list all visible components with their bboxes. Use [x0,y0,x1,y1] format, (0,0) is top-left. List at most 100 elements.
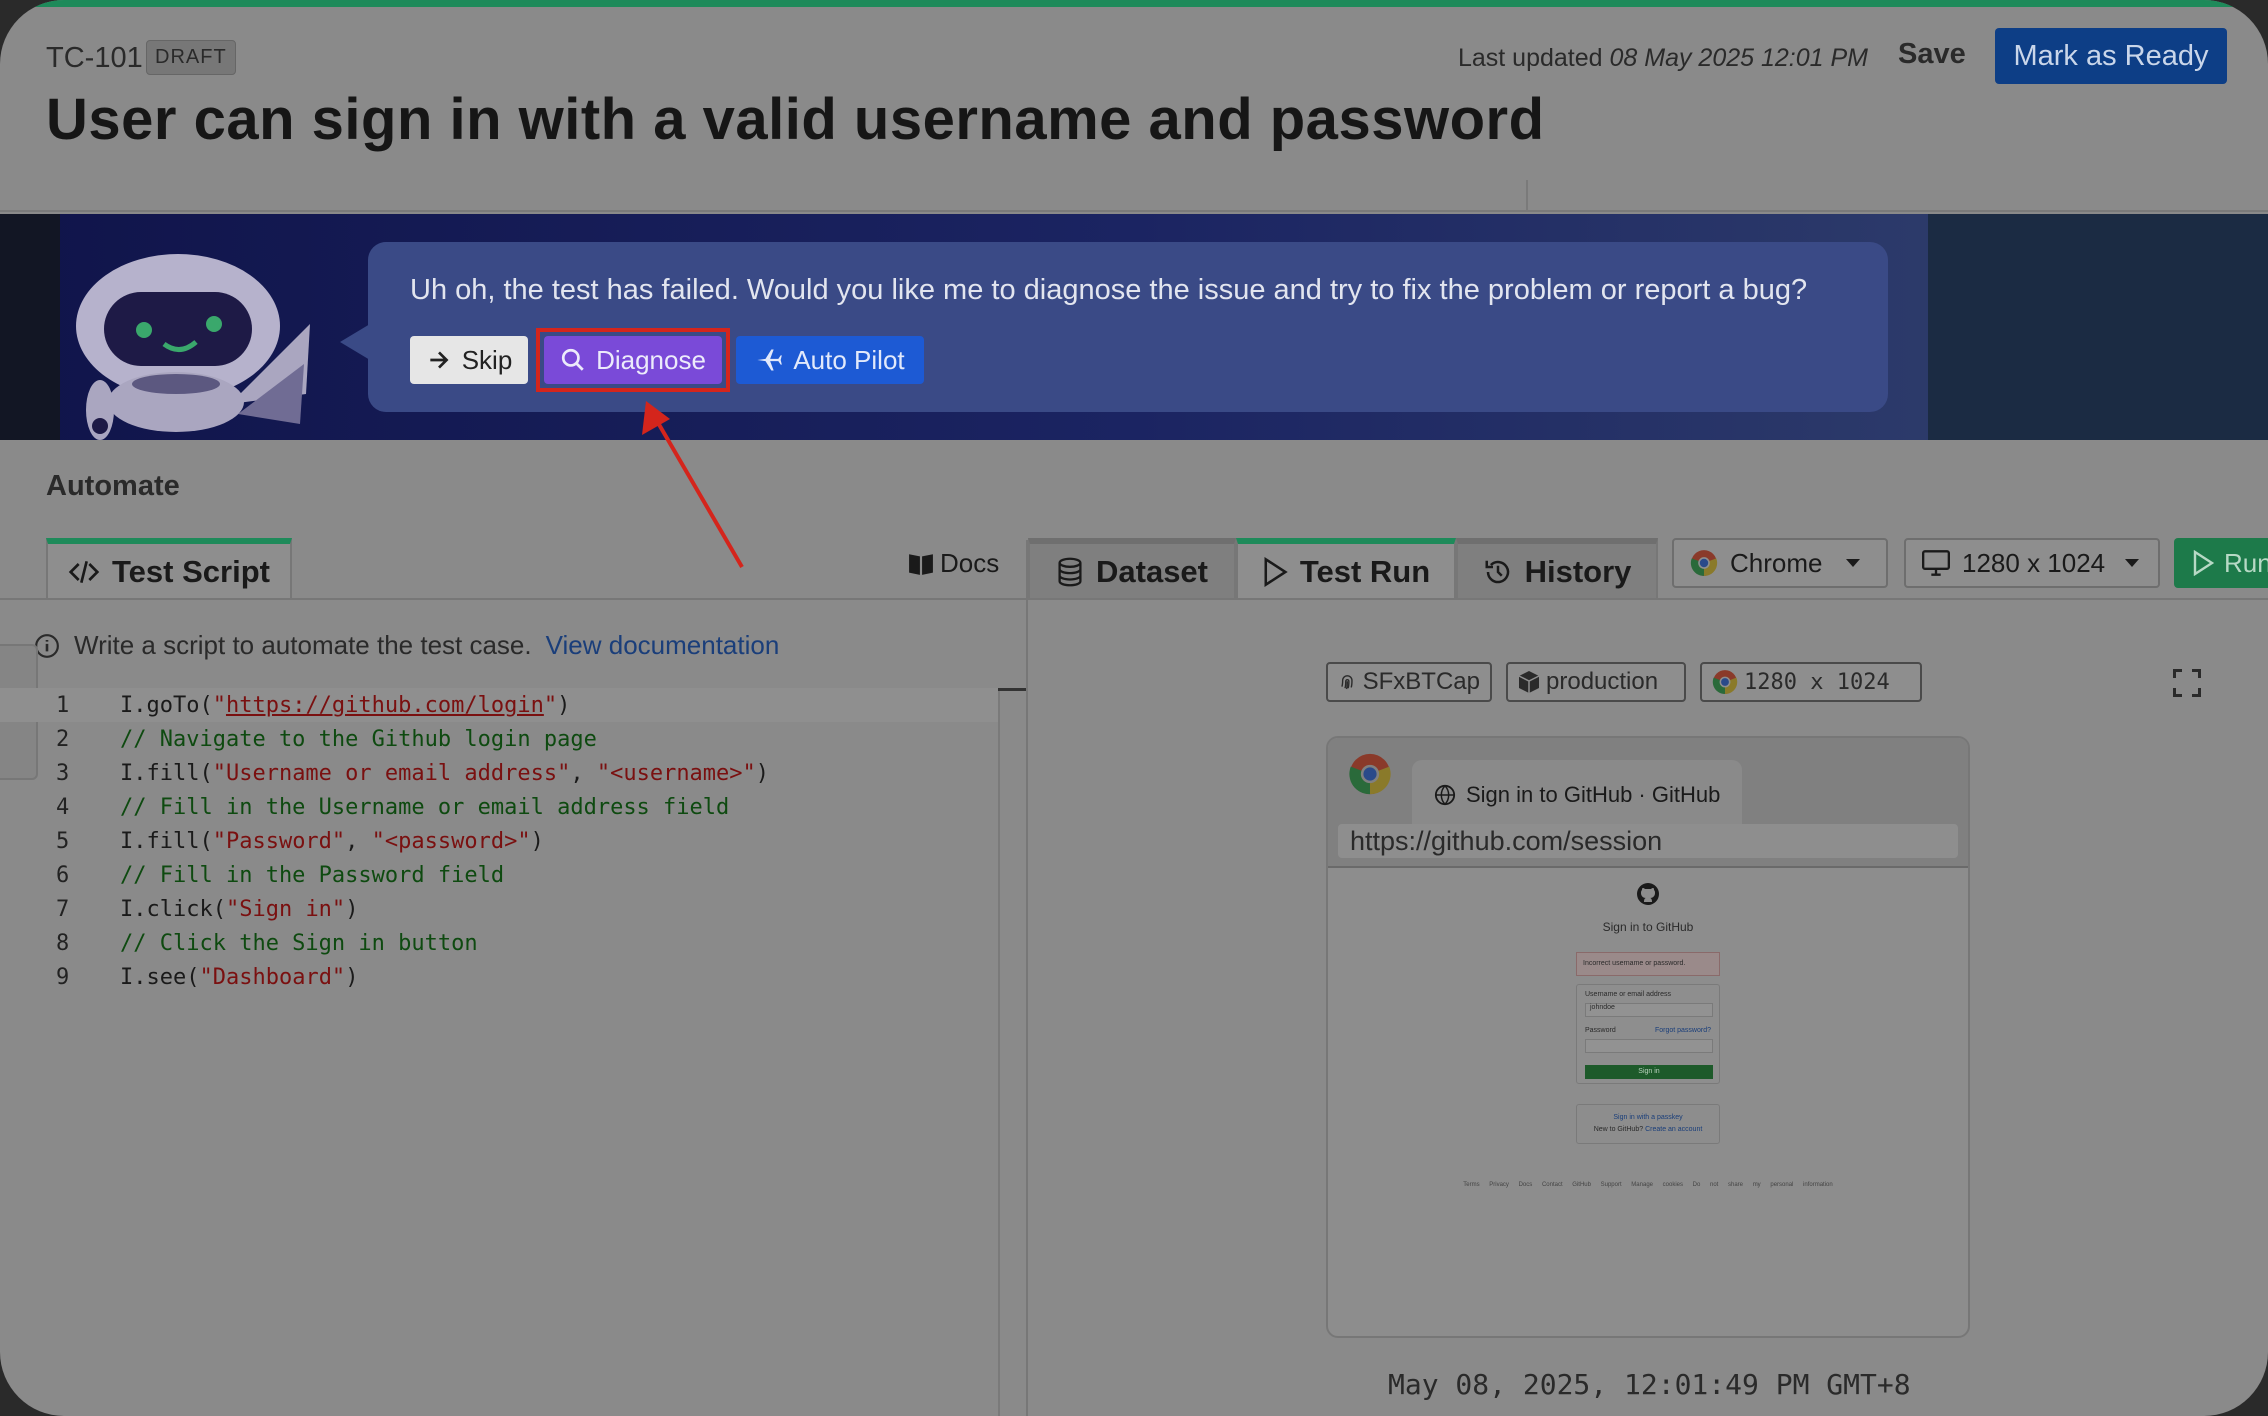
tab-dataset[interactable]: Dataset [1028,538,1236,600]
environment: production [1546,668,1659,695]
code-text: // Fill in the Username or email address… [120,795,729,820]
code-token: // Fill in the Username or email address… [120,794,730,820]
code-token: I.click( [120,896,226,922]
robot-mascot-icon [76,254,310,440]
resolution: 1280 x 1024 [1744,669,1890,695]
globe-icon [1434,784,1456,806]
code-token: "<username>" [596,760,756,786]
code-editor[interactable]: 1 I.goTo("https://github.com/login") 2 // N… [0,688,1000,994]
play-icon [1264,557,1288,587]
skip-button[interactable]: Skip [410,336,528,384]
test-case-id: TC-101 [46,42,143,74]
assistant-message: Uh oh, the test has failed. Would you li… [410,274,1808,306]
speech-bubble-tail [340,324,370,360]
mark-as-ready-button[interactable]: Mark as Ready [1995,28,2227,84]
forgot-password-link: Forgot password? [1654,1027,1711,1034]
code-line[interactable]: 8 // Click the Sign in button [0,926,1000,960]
code-token: ) [345,896,359,922]
browser-tab: Sign in to GitHub · GitHub [1412,760,1742,830]
code-token: // Click the Sign in button [120,930,478,956]
new-to-github: New to GitHub? Create an account [1593,1126,1703,1133]
chrome-icon [1690,550,1718,576]
save-button[interactable]: Save [1898,38,1966,71]
browser-select-value: Chrome [1730,547,1823,578]
auto-pilot-label: Auto Pilot [793,344,905,375]
tab-history[interactable]: History [1456,538,1658,600]
code-token: "Sign in" [225,896,346,922]
tab-history-label: History [1524,554,1632,589]
code-token: , [570,760,597,786]
code-token: I.fill( [120,760,213,786]
banner-edge [0,214,60,440]
tab-divider-right [1028,598,2268,600]
search-icon [561,348,584,371]
code-line[interactable]: 7 I.click("Sign in") [0,892,1000,926]
database-icon [1058,557,1082,587]
code-token: ) [557,692,571,718]
fingerprint-icon [1341,675,1353,690]
environment-chip: production [1506,662,1686,702]
run-id-chip: SFxBTCap [1326,662,1492,702]
run-label: Run [2224,547,2268,578]
app-window: TC-101 DRAFT Last updated 08 May 2025 12… [0,0,2268,1416]
username-field: johndoe [1585,1003,1713,1017]
view-documentation-link[interactable]: View documentation [546,630,780,661]
resolution-select-value: 1280 x 1024 [1962,547,2106,578]
code-text: // Navigate to the Github login page [120,727,597,752]
code-text: // Click the Sign in button [120,931,478,956]
code-token: , [345,828,372,854]
code-text: I.fill("Password", "<password>") [120,829,544,854]
tab-label: Test Script [112,554,270,589]
username-label: Username or email address [1585,991,1671,998]
code-token: "Username or email address" [212,760,571,786]
run-button[interactable]: Run [2174,538,2268,588]
book-icon [909,553,933,575]
code-icon [68,561,100,583]
docs-link[interactable]: Docs [908,548,999,579]
github-login-form: Username or email address johndoe Passwo… [1576,984,1720,1084]
run-id: SFxBTCap [1362,668,1480,695]
browser-screenshot: Sign in to GitHub · GitHub https://githu… [1326,736,1970,1338]
screenshot-timestamp: May 08, 2025, 12:01:49 PM GMT+8 [1388,1368,1911,1401]
code-line[interactable]: 3 I.fill("Username or email address", "<u… [0,756,1000,790]
code-line[interactable]: 6 // Fill in the Password field [0,858,1000,892]
arrow-right-icon [430,351,449,369]
tab-test-run[interactable]: Test Run [1236,538,1456,600]
minimap-viewport[interactable] [998,688,1026,691]
panel-divider[interactable] [1026,540,1028,1416]
code-line[interactable]: 2 // Navigate to the Github login page [0,722,1000,756]
diagnose-button[interactable]: Diagnose [544,336,722,384]
code-token: ) [755,760,770,786]
auto-pilot-button[interactable]: Auto Pilot [736,336,924,384]
line-number: 2 [56,726,70,752]
code-token: " [212,692,226,718]
code-token: // Navigate to the Github login page [120,726,597,752]
browser-select[interactable]: Chrome [1672,538,1888,588]
github-error-banner: Incorrect username or password. [1576,952,1720,976]
monitor-icon [1922,550,1950,576]
code-line[interactable]: 1 I.goTo("https://github.com/login") [0,688,1000,722]
resolution-select[interactable]: 1280 x 1024 [1904,538,2160,588]
tab-test-script[interactable]: Test Script [46,538,292,600]
info-text: Write a script to automate the test case… [74,630,532,660]
code-text: I.click("Sign in") [120,897,358,922]
annotation-arrow-icon [642,401,744,569]
browser-chrome: Sign in to GitHub · GitHub https://githu… [1328,738,1968,868]
diagnose-label: Diagnose [596,344,706,375]
code-line[interactable]: 5 I.fill("Password", "<password>") [0,824,1000,858]
code-line[interactable]: 9 I.see("Dashboard") [0,960,1000,994]
code-token: ) [345,964,359,990]
code-token: https://github.com/login [225,692,544,718]
resolution-chip: 1280 x 1024 [1700,662,1922,702]
status-badge: DRAFT [146,40,236,75]
skip-label: Skip [461,344,513,375]
code-line[interactable]: 4 // Fill in the Username or email addres… [0,790,1000,824]
caret-down-icon [2125,559,2140,567]
editor-minimap [998,688,1028,1416]
header-divider [1526,180,1528,212]
password-field [1585,1039,1713,1053]
box-icon [1518,671,1540,693]
line-number: 6 [56,862,70,888]
fullscreen-icon[interactable] [2172,668,2202,698]
code-text: I.fill("Username or email address", "<us… [120,761,769,786]
